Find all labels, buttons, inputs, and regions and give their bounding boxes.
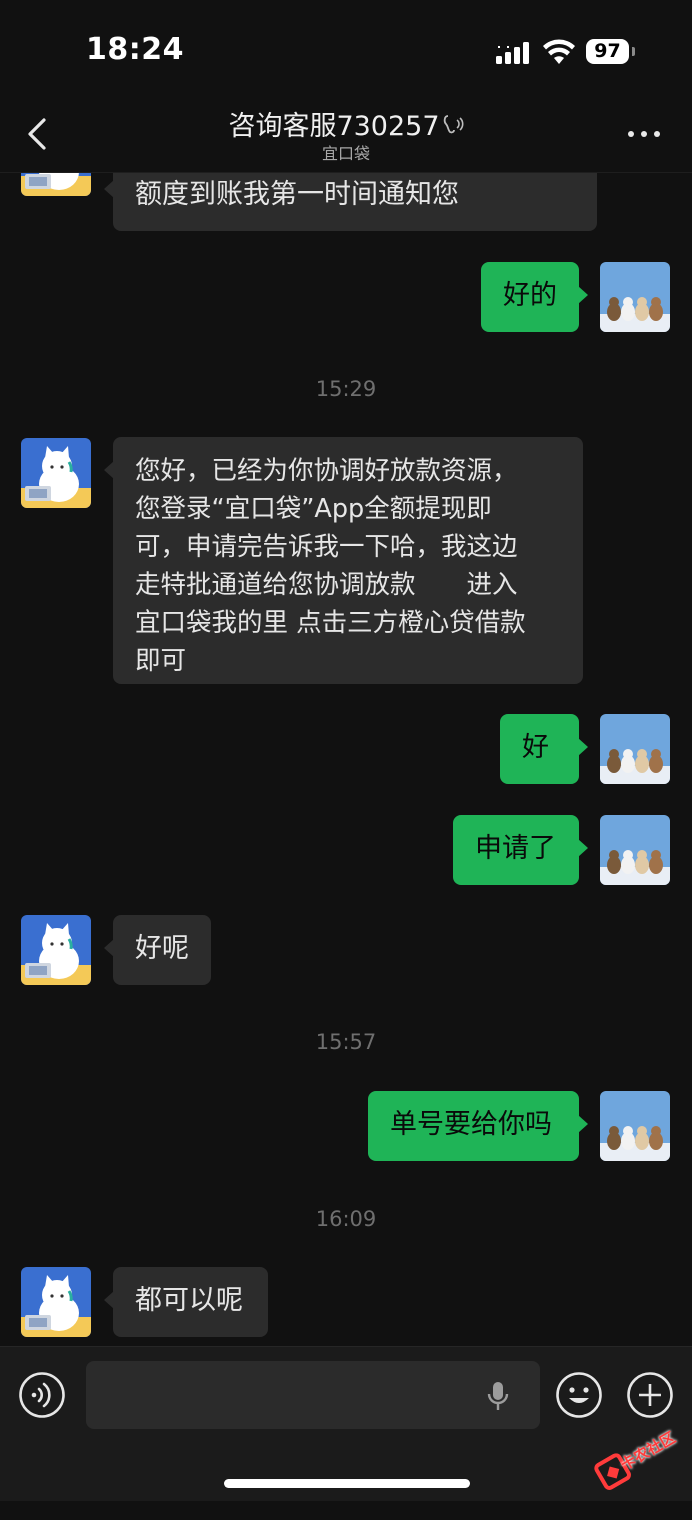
message-bubble-incoming[interactable]: 好呢 — [104, 915, 211, 985]
home-indicator[interactable] — [224, 1479, 470, 1488]
battery-cap — [632, 47, 635, 56]
input-bar: 卡农社区 — [0, 1346, 692, 1501]
message-bubble-incoming[interactable]: 您好，已经为你协调好放款资源， 您登录“宜口袋”App全额提现即 可，申请完告诉… — [104, 437, 583, 684]
timestamp: 16:09 — [315, 1207, 377, 1231]
signal-icon — [496, 42, 529, 64]
battery-indicator: 97 — [586, 39, 629, 64]
cats-avatar-icon — [600, 815, 670, 885]
user-avatar[interactable] — [600, 815, 670, 885]
wifi-icon — [543, 39, 575, 64]
agent-avatar[interactable] — [21, 915, 91, 985]
cat-avatar-icon — [21, 1267, 91, 1337]
earpiece-icon — [443, 114, 464, 133]
chat-title[interactable]: 咨询客服730257 — [0, 104, 692, 143]
agent-avatar[interactable] — [21, 1267, 91, 1337]
user-avatar[interactable] — [600, 1091, 670, 1161]
cat-avatar-icon — [21, 915, 91, 985]
agent-avatar[interactable] — [21, 438, 91, 508]
cats-avatar-icon — [600, 1091, 670, 1161]
chat-title-text: 咨询客服730257 — [228, 111, 440, 142]
message-bubble-outgoing[interactable]: 申请了 — [453, 815, 588, 885]
user-avatar[interactable] — [600, 714, 670, 784]
chat-subtitle: 宜口袋 — [321, 144, 370, 163]
chat-area[interactable]: 额度到账我第一时间通知您 好的 15:29 您好，已经为你协调好放款资源， 您登… — [0, 100, 692, 1346]
timestamp: 15:57 — [315, 1030, 377, 1054]
user-avatar[interactable] — [600, 262, 670, 332]
message-bubble-outgoing[interactable]: 单号要给你吗 — [368, 1091, 588, 1161]
emoji-icon[interactable] — [555, 1371, 603, 1419]
status-bar: 18:24 97 — [0, 0, 692, 100]
status-time: 18:24 — [86, 32, 184, 67]
message-bubble-outgoing[interactable]: 好 — [500, 714, 588, 784]
message-bubble-incoming[interactable]: 都可以呢 — [104, 1267, 268, 1337]
cats-avatar-icon — [600, 714, 670, 784]
more-icon[interactable] — [626, 124, 662, 144]
nav-bar: 咨询客服730257 宜口袋 — [0, 100, 692, 173]
message-input[interactable] — [86, 1361, 540, 1429]
voice-icon[interactable] — [18, 1371, 66, 1419]
mic-icon[interactable] — [485, 1380, 511, 1412]
timestamp: 15:29 — [315, 377, 377, 401]
cats-avatar-icon — [600, 262, 670, 332]
watermark-text: 卡农社区 — [617, 1428, 679, 1474]
message-bubble-outgoing[interactable]: 好的 — [481, 262, 588, 332]
cat-avatar-icon — [21, 438, 91, 508]
